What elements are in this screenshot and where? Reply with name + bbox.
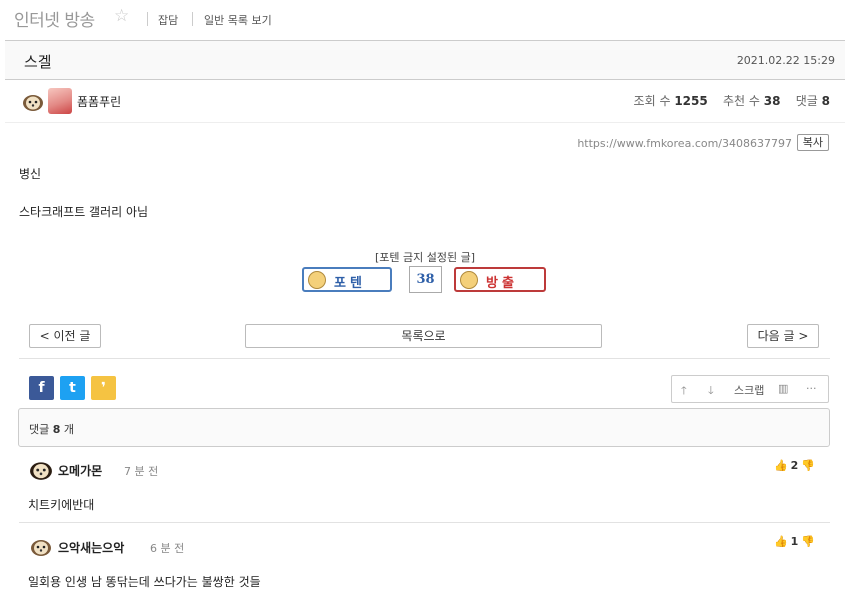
- thumbs-down-icon[interactable]: 👎: [801, 535, 815, 548]
- views-label: 조회 수: [633, 94, 671, 108]
- recommend-label: 추천 수: [722, 94, 760, 108]
- comment-time: 7 분 전: [124, 465, 159, 478]
- level-dog-icon: [23, 95, 43, 111]
- upvote-label: 포텐: [334, 276, 366, 291]
- thumbs-down-icon[interactable]: 👎: [801, 459, 815, 472]
- comment-votes: 👍 2 👎: [774, 459, 815, 472]
- comment-count-prefix: 댓글: [29, 423, 50, 436]
- downvote-button[interactable]: 방출: [454, 267, 546, 292]
- thumbs-up-icon[interactable]: 👍: [774, 535, 788, 548]
- category-link-chat[interactable]: 잡담: [158, 12, 178, 28]
- post-title: 스겔: [24, 53, 52, 71]
- face-icon: [460, 271, 478, 289]
- upvote-button[interactable]: 포텐: [302, 267, 392, 292]
- view-normal-list-link[interactable]: 일반 목록 보기: [204, 12, 272, 28]
- twitter-share-icon[interactable]: t: [60, 376, 85, 400]
- comment-count-number: 8: [52, 423, 61, 436]
- next-post-button[interactable]: 다음 글 >: [747, 324, 819, 348]
- favorite-star-icon[interactable]: ☆: [114, 6, 129, 26]
- level-dog-icon: [31, 540, 51, 556]
- kakao-share-icon[interactable]: ❜: [91, 376, 116, 400]
- comment-time: 6 분 전: [150, 542, 185, 555]
- board-header: 인터넷 방송 ☆ 잡담 일반 목록 보기: [0, 0, 850, 40]
- comment-count-bar: 댓글 8 개: [18, 408, 830, 447]
- scroll-up-icon[interactable]: 🡑: [681, 382, 687, 401]
- vote-count: 38: [409, 266, 442, 293]
- author-avatar[interactable]: [48, 88, 72, 114]
- comment-likes: 2: [790, 459, 799, 472]
- post-title-bar: 스겔 2021.02.22 15:29: [5, 40, 845, 80]
- views-count: 1255: [674, 94, 708, 108]
- level-dog-icon: [30, 462, 52, 480]
- comment-likes: 1: [790, 535, 799, 548]
- comment-votes: 👍 1 👎: [774, 535, 815, 548]
- board-title[interactable]: 인터넷 방송: [14, 6, 95, 31]
- comments-label: 댓글: [795, 94, 818, 108]
- divider: [192, 12, 193, 26]
- copy-url-button[interactable]: 복사: [796, 134, 829, 151]
- post-date: 2021.02.22 15:29: [736, 54, 835, 67]
- comment-count-suffix: 개: [63, 423, 75, 436]
- post-body-line: 병신: [19, 167, 42, 181]
- divider: [147, 12, 148, 26]
- post-stats: 조회 수 1255 추천 수 38 댓글 8: [634, 92, 830, 109]
- comment-text: 치트키에반대: [28, 498, 95, 512]
- more-options-icon[interactable]: ···: [806, 382, 817, 395]
- recommend-count: 38: [763, 94, 781, 108]
- post-body-line: 스타크래프트 갤러리 아님: [19, 205, 149, 219]
- comments-count: 8: [821, 94, 830, 108]
- downvote-label: 방출: [486, 276, 518, 291]
- face-icon: [308, 271, 326, 289]
- divider: [19, 358, 830, 359]
- comment-count: 댓글 8 개: [29, 421, 74, 437]
- back-to-list-button[interactable]: 목록으로: [245, 324, 602, 348]
- post-url[interactable]: https://www.fmkorea.com/3408637797: [577, 137, 792, 150]
- post-tools: 🡑 🡓 스크랩 ▥ ···: [671, 375, 829, 403]
- scroll-down-icon[interactable]: 🡓: [708, 382, 714, 401]
- prev-post-button[interactable]: < 이전 글: [29, 324, 101, 348]
- author-name[interactable]: 폼폼푸린: [77, 93, 121, 110]
- comment-author[interactable]: 으악새는으악: [58, 539, 124, 556]
- facebook-share-icon[interactable]: f: [29, 376, 54, 400]
- scrap-button[interactable]: 스크랩: [734, 382, 764, 398]
- divider: [19, 522, 830, 523]
- comment-author[interactable]: 오메가몬: [58, 462, 102, 479]
- vote-note: [포텐 금지 설정된 글]: [374, 251, 476, 264]
- comment-text: 일회용 인생 남 똥닦는데 쓰다가는 불쌍한 것들: [28, 575, 261, 589]
- chart-icon[interactable]: ▥: [778, 382, 788, 395]
- thumbs-up-icon[interactable]: 👍: [774, 459, 788, 472]
- author-row: 폼폼푸린 조회 수 1255 추천 수 38 댓글 8: [5, 81, 845, 123]
